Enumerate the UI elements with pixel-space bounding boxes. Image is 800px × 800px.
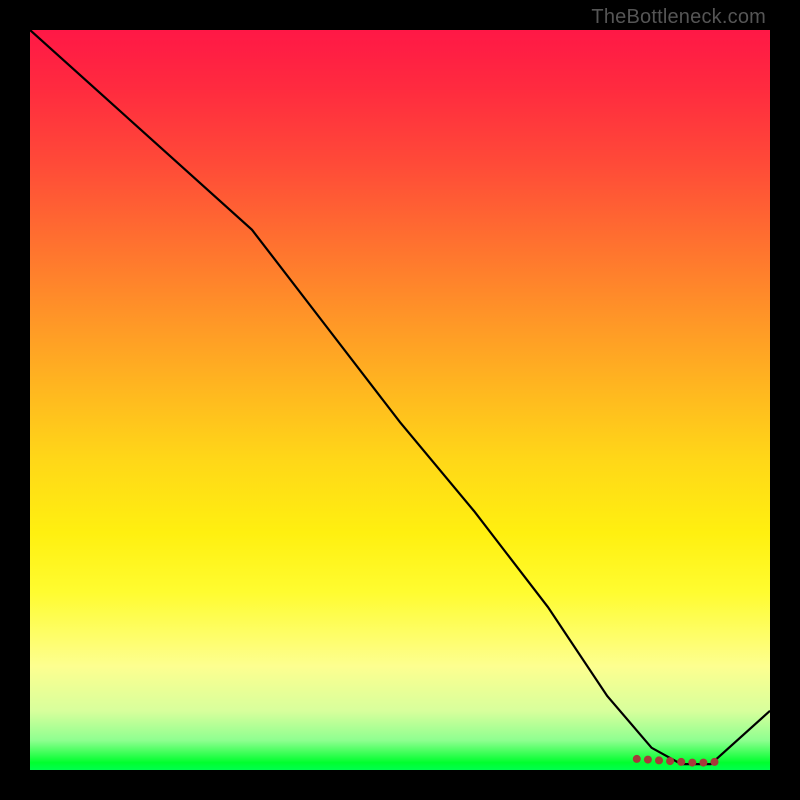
watermark-text: TheBottleneck.com xyxy=(591,6,766,29)
plot-background xyxy=(30,30,770,770)
chart-container: { "watermark": "TheBottleneck.com", "cha… xyxy=(0,0,800,800)
